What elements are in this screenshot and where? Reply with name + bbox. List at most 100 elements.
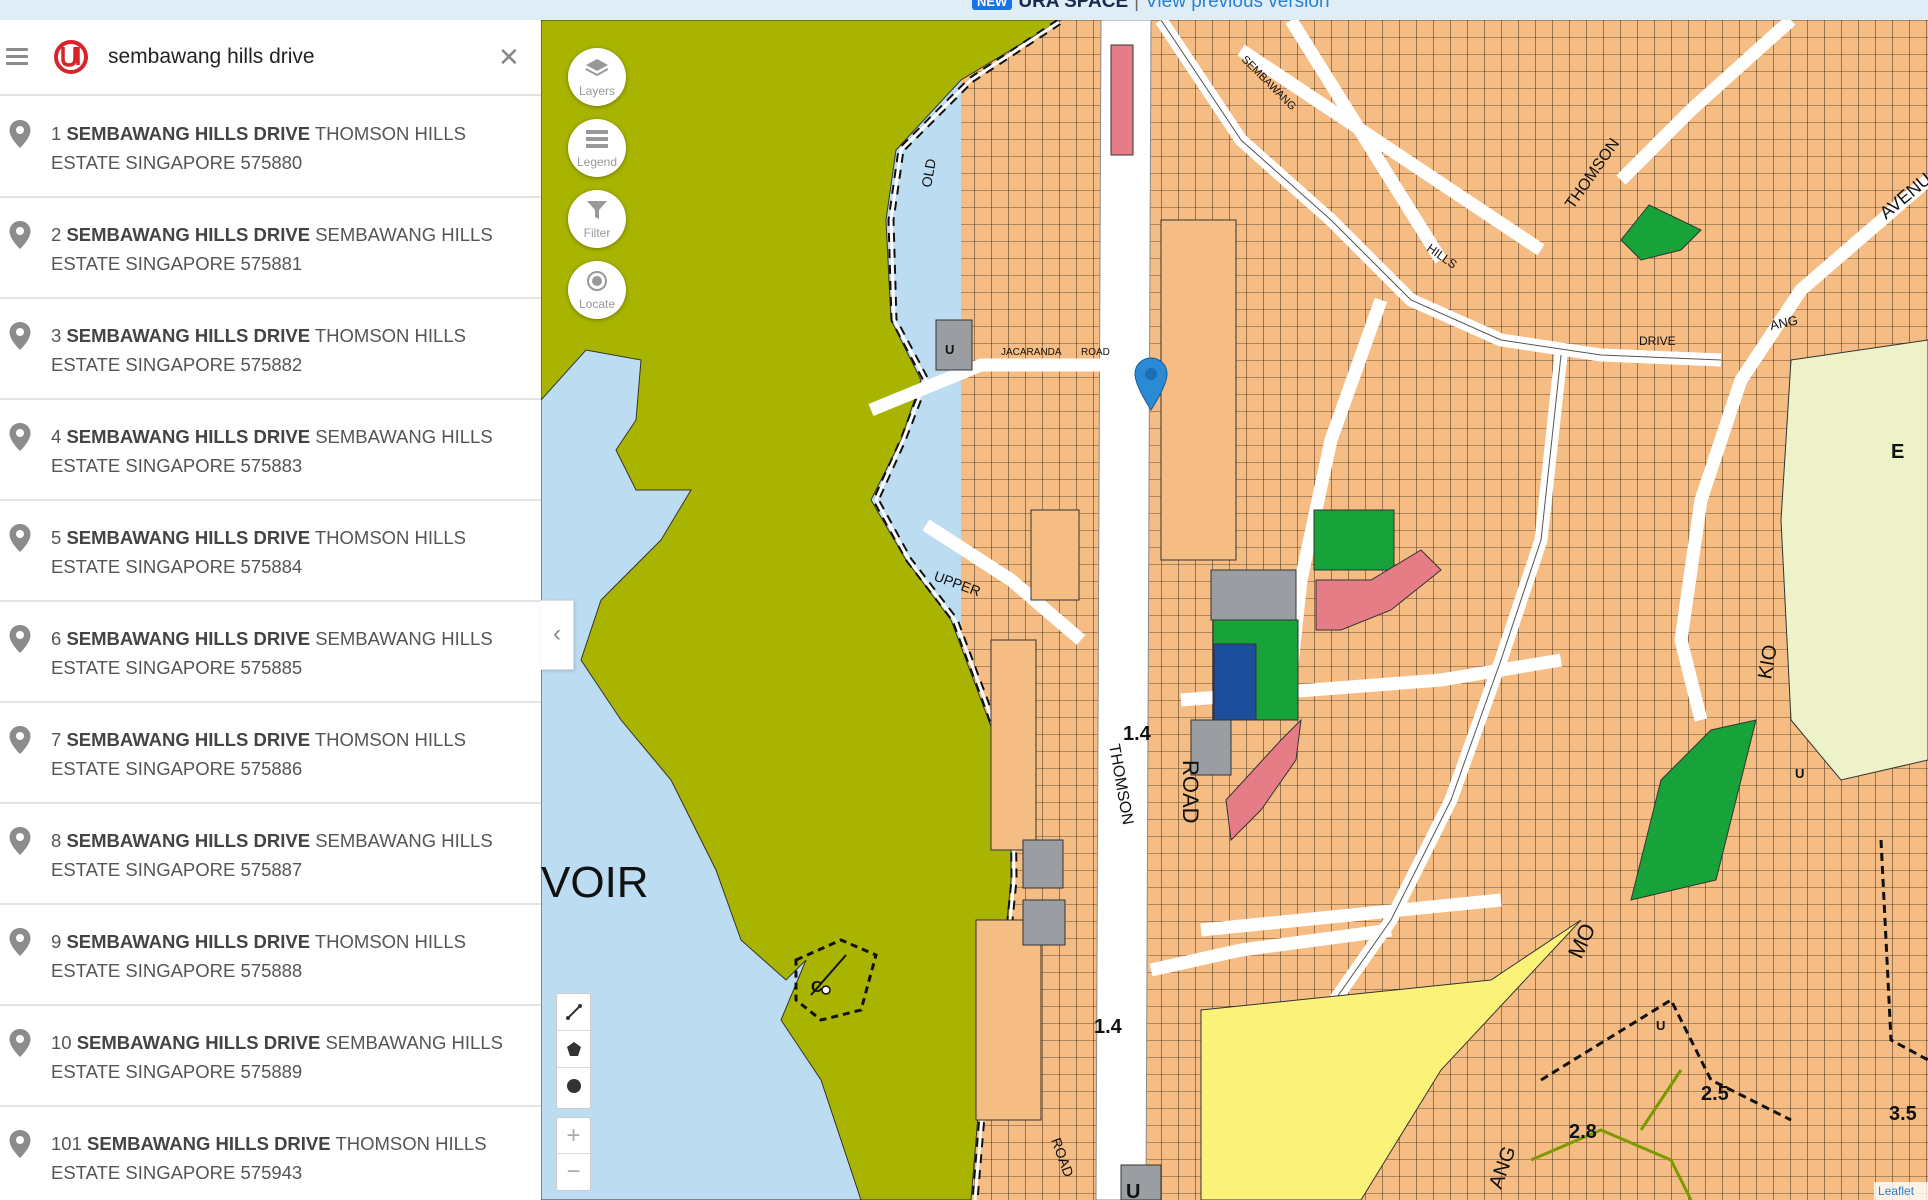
result-item[interactable]: 5 SEMBAWANG HILLS DRIVE THOMSON HILLS ES… <box>0 501 541 602</box>
layers-icon <box>585 59 609 77</box>
location-pin-icon <box>9 928 31 956</box>
result-street: SEMBAWANG HILLS DRIVE <box>66 224 311 245</box>
utility-label: U <box>1656 1018 1665 1033</box>
banner-separator: | <box>1134 0 1140 12</box>
result-item[interactable]: 2 SEMBAWANG HILLS DRIVE SEMBAWANG HILLS … <box>0 198 541 299</box>
result-number: 6 <box>51 628 62 649</box>
draw-polygon-button[interactable] <box>557 1031 590 1068</box>
result-number: 101 <box>51 1133 82 1154</box>
result-address: 2 SEMBAWANG HILLS DRIVE SEMBAWANG HILLS … <box>51 220 521 278</box>
location-pin-icon <box>9 322 31 350</box>
result-number: 8 <box>51 830 62 851</box>
reservoir-label: VOIR <box>541 858 649 907</box>
residential-block <box>990 639 1037 851</box>
result-item[interactable]: 1 SEMBAWANG HILLS DRIVE THOMSON HILLS ES… <box>0 97 541 198</box>
location-pin-icon <box>9 524 31 552</box>
banner-content: NEW URA SPACE | View previous version <box>972 0 1330 13</box>
result-street: SEMBAWANG HILLS DRIVE <box>66 527 311 548</box>
location-pin-icon <box>9 423 31 451</box>
result-address: 101 SEMBAWANG HILLS DRIVE THOMSON HILLS … <box>51 1129 521 1187</box>
jacaranda-label: JACARANDA <box>1001 347 1062 358</box>
locate-icon <box>587 271 607 291</box>
utility-label: U <box>945 342 954 357</box>
result-item[interactable]: 3 SEMBAWANG HILLS DRIVE THOMSON HILLS ES… <box>0 299 541 400</box>
road-label-small: ROAD <box>1081 347 1110 358</box>
result-street: SEMBAWANG HILLS DRIVE <box>66 931 311 952</box>
location-pin-icon <box>9 221 31 249</box>
zone-label: C <box>811 979 823 996</box>
ura-logo <box>54 40 88 74</box>
close-icon[interactable]: ✕ <box>498 42 520 72</box>
result-address: 8 SEMBAWANG HILLS DRIVE SEMBAWANG HILLS … <box>51 826 521 884</box>
institution-zone <box>1213 643 1257 721</box>
circle-icon <box>566 1079 581 1093</box>
search-input[interactable] <box>108 40 508 74</box>
result-street: SEMBAWANG HILLS DRIVE <box>87 1133 331 1154</box>
result-number: 10 <box>51 1032 72 1053</box>
location-pin-icon <box>9 726 31 754</box>
result-number: 7 <box>51 729 62 750</box>
result-address: 6 SEMBAWANG HILLS DRIVE SEMBAWANG HILLS … <box>51 624 521 682</box>
result-street: SEMBAWANG HILLS DRIVE <box>66 830 311 851</box>
result-item[interactable]: 7 SEMBAWANG HILLS DRIVE THOMSON HILLS ES… <box>0 703 541 804</box>
residential-block <box>1030 509 1080 601</box>
layers-button[interactable]: Layers <box>568 48 626 106</box>
result-number: 2 <box>51 224 62 245</box>
residential-block <box>1160 219 1237 561</box>
line-icon <box>565 1004 582 1020</box>
locate-button[interactable]: Locate <box>568 261 626 319</box>
result-address: 9 SEMBAWANG HILLS DRIVE THOMSON HILLS ES… <box>51 927 521 985</box>
polygon-icon <box>566 1042 581 1056</box>
plot-ratio-label: 1.4 <box>1094 1016 1123 1038</box>
result-street: SEMBAWANG HILLS DRIVE <box>66 325 311 346</box>
plot-ratio-label: 2.8 <box>1569 1121 1597 1143</box>
map-view[interactable]: VOIR ROAD THOMSON UPPER OLD ROAD JACARAN… <box>541 20 1928 1200</box>
leaflet-attribution[interactable]: Leaflet <box>1874 1182 1928 1200</box>
result-item[interactable]: 4 SEMBAWANG HILLS DRIVE SEMBAWANG HILLS … <box>0 400 541 501</box>
hamburger-icon[interactable] <box>6 48 28 66</box>
result-street: SEMBAWANG HILLS DRIVE <box>66 426 311 447</box>
result-street: SEMBAWANG HILLS DRIVE <box>66 628 311 649</box>
collapse-sidebar-button[interactable]: ‹ <box>541 600 574 670</box>
result-street: SEMBAWANG HILLS DRIVE <box>66 123 311 144</box>
legend-button[interactable]: Legend <box>568 119 626 177</box>
draw-line-button[interactable] <box>557 994 590 1031</box>
draw-circle-button[interactable] <box>557 1068 590 1104</box>
location-pin-icon <box>9 1029 31 1057</box>
zoom-control: + − <box>556 1117 591 1191</box>
civic-zone <box>1210 569 1297 621</box>
layers-label: Layers <box>578 84 616 98</box>
plot-ratio-label: 1.4 <box>1123 723 1152 745</box>
result-address: 10 SEMBAWANG HILLS DRIVE SEMBAWANG HILLS… <box>51 1028 521 1086</box>
utility-label: U <box>1126 1181 1140 1200</box>
result-address: 3 SEMBAWANG HILLS DRIVE THOMSON HILLS ES… <box>51 321 521 379</box>
result-item[interactable]: 6 SEMBAWANG HILLS DRIVE SEMBAWANG HILLS … <box>0 602 541 703</box>
zoning-map[interactable]: VOIR ROAD THOMSON UPPER OLD ROAD JACARAN… <box>541 20 1928 1200</box>
locate-label: Locate <box>578 297 616 311</box>
result-item[interactable]: 8 SEMBAWANG HILLS DRIVE SEMBAWANG HILLS … <box>0 804 541 905</box>
education-zone <box>1780 339 1928 781</box>
filter-icon <box>587 201 607 219</box>
filter-button[interactable]: Filter <box>568 190 626 248</box>
filter-label: Filter <box>583 226 611 240</box>
result-address: 4 SEMBAWANG HILLS DRIVE SEMBAWANG HILLS … <box>51 422 521 480</box>
result-address: 1 SEMBAWANG HILLS DRIVE THOMSON HILLS ES… <box>51 119 521 177</box>
result-address: 7 SEMBAWANG HILLS DRIVE THOMSON HILLS ES… <box>51 725 521 783</box>
result-street: SEMBAWANG HILLS DRIVE <box>66 729 311 750</box>
result-address: 5 SEMBAWANG HILLS DRIVE THOMSON HILLS ES… <box>51 523 521 581</box>
result-number: 9 <box>51 931 62 952</box>
result-item[interactable]: 101 SEMBAWANG HILLS DRIVE THOMSON HILLS … <box>0 1107 541 1200</box>
residential-block <box>975 919 1042 1121</box>
result-item[interactable]: 10 SEMBAWANG HILLS DRIVE SEMBAWANG HILLS… <box>0 1006 541 1107</box>
location-pin-icon <box>9 120 31 148</box>
draw-toolbar <box>556 993 591 1109</box>
result-number: 3 <box>51 325 62 346</box>
zoom-in-button[interactable]: + <box>557 1118 590 1154</box>
results-list: 1 SEMBAWANG HILLS DRIVE THOMSON HILLS ES… <box>0 97 541 1200</box>
previous-version-link[interactable]: View previous version <box>1145 0 1329 12</box>
result-item[interactable]: 9 SEMBAWANG HILLS DRIVE THOMSON HILLS ES… <box>0 905 541 1006</box>
top-banner: NEW URA SPACE | View previous version <box>0 0 1928 20</box>
result-number: 5 <box>51 527 62 548</box>
zoom-out-button[interactable]: − <box>557 1154 590 1189</box>
location-pin-icon <box>9 1130 31 1158</box>
